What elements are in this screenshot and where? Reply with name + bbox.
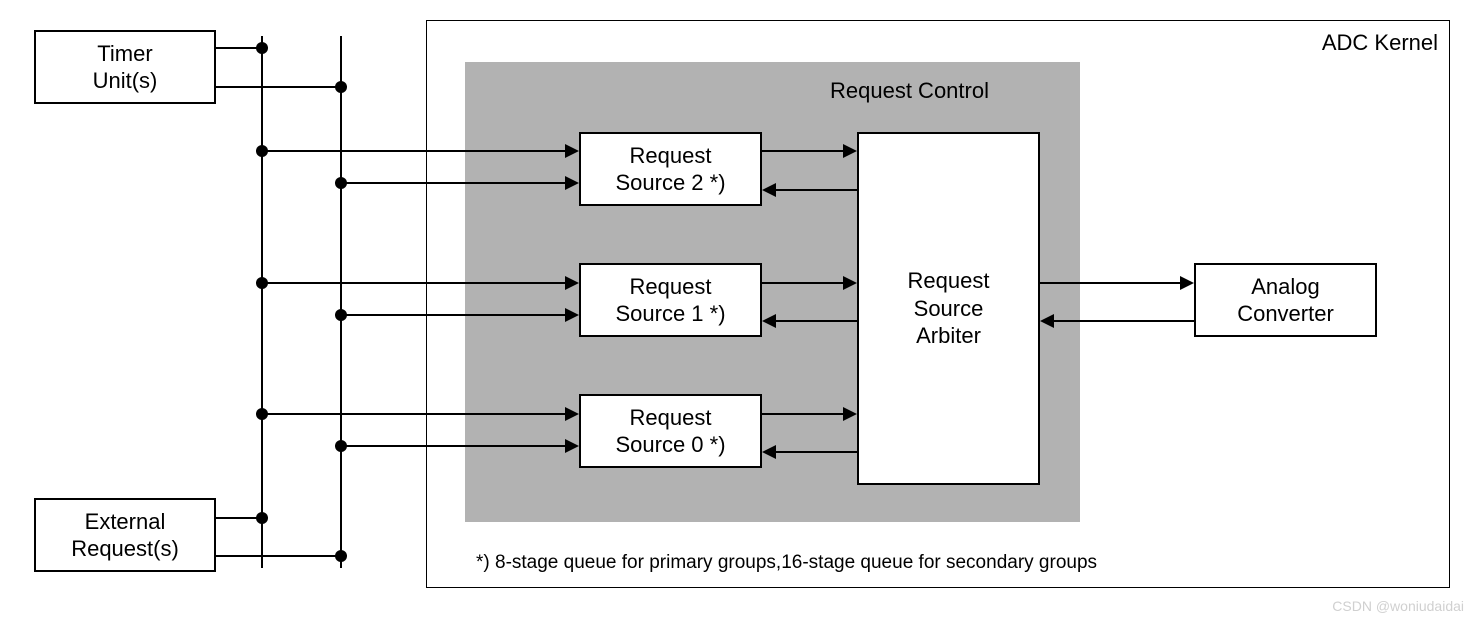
ext-bot-line	[216, 555, 342, 557]
timer-bot-line	[216, 86, 342, 88]
request-source-1: Request Source 1 *)	[579, 263, 762, 337]
bus-left	[261, 36, 263, 568]
external-request-box: External Request(s)	[34, 498, 216, 572]
external-line2: Request(s)	[71, 535, 179, 563]
rs1-arb-back	[776, 320, 857, 322]
request-control-label: Request Control	[830, 78, 989, 104]
rs1-line2: Source 1 *)	[615, 300, 725, 328]
rs2-arb-fwd-arrow	[843, 144, 857, 158]
rs0-line1: Request	[630, 404, 712, 432]
adc-kernel-label: ADC Kernel	[1322, 30, 1438, 56]
rs1-line1: Request	[630, 273, 712, 301]
bus-rs2-bot-dot	[335, 177, 347, 189]
arb-ac-back-arrow	[1040, 314, 1054, 328]
rs0-arb-fwd	[762, 413, 846, 415]
bus-rs1-top-dot	[256, 277, 268, 289]
timer-unit-box: Timer Unit(s)	[34, 30, 216, 104]
bus-rs2-bot	[341, 182, 568, 184]
request-source-0: Request Source 0 *)	[579, 394, 762, 468]
bus-rs0-top-dot	[256, 408, 268, 420]
bus-rs0-bot-arrow	[565, 439, 579, 453]
rs0-arb-back	[776, 451, 857, 453]
arb-ac-fwd-arrow	[1180, 276, 1194, 290]
bus-rs0-bot-dot	[335, 440, 347, 452]
ac-line1: Analog	[1251, 273, 1320, 301]
request-source-2: Request Source 2 *)	[579, 132, 762, 206]
arbiter-line2: Source	[914, 295, 984, 323]
arbiter-line3: Arbiter	[916, 322, 981, 350]
rs2-arb-back	[776, 189, 857, 191]
bus-right	[340, 36, 342, 568]
bus-rs0-bot	[341, 445, 568, 447]
arbiter-line1: Request	[908, 267, 990, 295]
timer-line1: Timer	[97, 40, 152, 68]
footnote: *) 8-stage queue for primary groups,16-s…	[476, 552, 1097, 574]
arb-ac-fwd	[1040, 282, 1183, 284]
rs1-arb-fwd-arrow	[843, 276, 857, 290]
ac-line2: Converter	[1237, 300, 1334, 328]
ext-bot-dot	[335, 550, 347, 562]
arb-ac-back	[1054, 320, 1194, 322]
bus-rs1-bot	[341, 314, 568, 316]
bus-rs2-top	[262, 150, 568, 152]
rs2-line2: Source 2 *)	[615, 169, 725, 197]
bus-rs2-top-dot	[256, 145, 268, 157]
bus-rs1-bot-dot	[335, 309, 347, 321]
bus-rs0-top	[262, 413, 568, 415]
rs0-line2: Source 0 *)	[615, 431, 725, 459]
rs2-arb-back-arrow	[762, 183, 776, 197]
external-line1: External	[85, 508, 166, 536]
rs0-arb-fwd-arrow	[843, 407, 857, 421]
bus-rs2-bot-arrow	[565, 176, 579, 190]
rs0-arb-back-arrow	[762, 445, 776, 459]
bus-rs1-top	[262, 282, 568, 284]
rs2-line1: Request	[630, 142, 712, 170]
rs1-arb-fwd	[762, 282, 846, 284]
watermark: CSDN @woniudaidai	[1332, 598, 1464, 614]
diagram-canvas: ADC Kernel Request Control Timer Unit(s)…	[0, 0, 1474, 618]
request-source-arbiter: Request Source Arbiter	[857, 132, 1040, 485]
rs1-arb-back-arrow	[762, 314, 776, 328]
timer-line2: Unit(s)	[93, 67, 158, 95]
ext-top-dot	[256, 512, 268, 524]
timer-bot-dot	[335, 81, 347, 93]
bus-rs0-top-arrow	[565, 407, 579, 421]
rs2-arb-fwd	[762, 150, 846, 152]
analog-converter: Analog Converter	[1194, 263, 1377, 337]
bus-rs1-bot-arrow	[565, 308, 579, 322]
timer-top-dot	[256, 42, 268, 54]
bus-rs1-top-arrow	[565, 276, 579, 290]
bus-rs2-top-arrow	[565, 144, 579, 158]
